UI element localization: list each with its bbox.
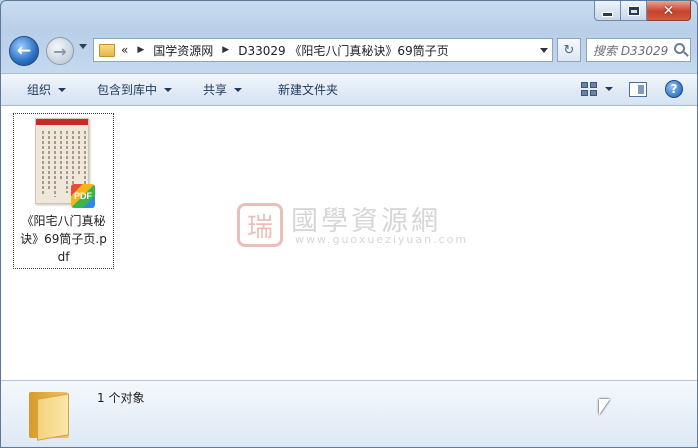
chevron-down-icon xyxy=(164,87,173,92)
watermark: 瑞 國學資源網 www.guoxueziyuan.com xyxy=(237,199,477,249)
new-folder-label: 新建文件夹 xyxy=(278,83,339,97)
breadcrumb-item-current[interactable]: D33029 《阳宅八门真秘诀》69筒子页 xyxy=(238,42,449,59)
close-button[interactable]: ✕ xyxy=(647,1,691,21)
search-input[interactable]: 搜索 D33029 《阳宅八门真秘诀》69筒子页 xyxy=(593,42,668,59)
organize-button[interactable]: 组织 xyxy=(1,74,76,105)
chevron-down-icon[interactable] xyxy=(605,87,613,91)
maximize-icon xyxy=(627,5,640,16)
refresh-icon: ↻ xyxy=(563,42,575,58)
arrow-right-icon: → xyxy=(53,41,67,61)
arrow-left-icon: ← xyxy=(16,41,32,61)
folder-icon xyxy=(29,388,69,441)
share-label: 共享 xyxy=(203,83,228,97)
chevron-down-icon xyxy=(234,87,243,92)
new-folder-button[interactable]: 新建文件夹 xyxy=(252,74,348,105)
breadcrumb-item-root[interactable]: 国学资源网 xyxy=(153,42,213,59)
folder-icon xyxy=(99,43,115,57)
preview-pane-icon[interactable] xyxy=(629,81,647,97)
help-icon[interactable]: ? xyxy=(665,80,683,98)
watermark-url: www.guoxueziyuan.com xyxy=(295,233,469,246)
item-count: 1 个对象 xyxy=(97,391,145,405)
navigation-bar: ← → « ▶ 国学资源网 ▶ D33029 《阳宅八门真秘诀》69筒子页 ↻ … xyxy=(9,34,691,66)
pdf-icon: PDF xyxy=(71,184,95,208)
search-box[interactable]: 搜索 D33029 《阳宅八门真秘诀》69筒子页 xyxy=(586,38,691,62)
breadcrumb-separator-icon[interactable]: ▶ xyxy=(222,45,229,55)
search-icon xyxy=(674,43,685,54)
explorer-window: ✕ ← → « ▶ 国学资源网 ▶ D33029 《阳宅八门真秘诀》69筒子页 … xyxy=(0,0,698,448)
mouse-cursor-icon xyxy=(599,399,610,415)
maximize-button[interactable] xyxy=(621,1,647,21)
file-name: 《阳宅八门真秘诀》69筒子页.pdf xyxy=(20,214,107,264)
recent-pages-dropdown[interactable] xyxy=(79,44,87,49)
breadcrumb-separator-icon[interactable]: ▶ xyxy=(137,45,144,55)
back-button[interactable]: ← xyxy=(9,36,39,66)
refresh-button[interactable]: ↻ xyxy=(557,38,581,62)
breadcrumb-overflow[interactable]: « xyxy=(121,43,128,57)
include-in-library-button[interactable]: 包含到库中 xyxy=(76,74,182,105)
command-bar: 组织 包含到库中 共享 新建文件夹 ? xyxy=(1,73,697,106)
details-pane: 1 个对象 xyxy=(1,380,697,447)
minimize-icon xyxy=(602,12,613,17)
chevron-down-icon xyxy=(58,87,67,92)
address-history-dropdown[interactable] xyxy=(540,48,548,53)
minimize-button[interactable] xyxy=(594,1,621,21)
file-item[interactable]: PDF 《阳宅八门真秘诀》69筒子页.pdf xyxy=(13,113,114,269)
close-icon: ✕ xyxy=(662,2,675,19)
organize-label: 组织 xyxy=(27,83,52,97)
forward-button[interactable]: → xyxy=(46,37,74,65)
address-bar[interactable]: « ▶ 国学资源网 ▶ D33029 《阳宅八门真秘诀》69筒子页 xyxy=(93,38,553,62)
watermark-logo: 瑞 xyxy=(237,203,283,247)
view-controls: ? xyxy=(581,80,683,98)
change-view-icon[interactable] xyxy=(581,82,597,96)
share-button[interactable]: 共享 xyxy=(182,74,252,105)
file-list[interactable]: PDF 《阳宅八门真秘诀》69筒子页.pdf 瑞 國學資源網 www.guoxu… xyxy=(1,106,697,380)
include-in-library-label: 包含到库中 xyxy=(97,83,158,97)
caption-buttons: ✕ xyxy=(594,1,691,21)
